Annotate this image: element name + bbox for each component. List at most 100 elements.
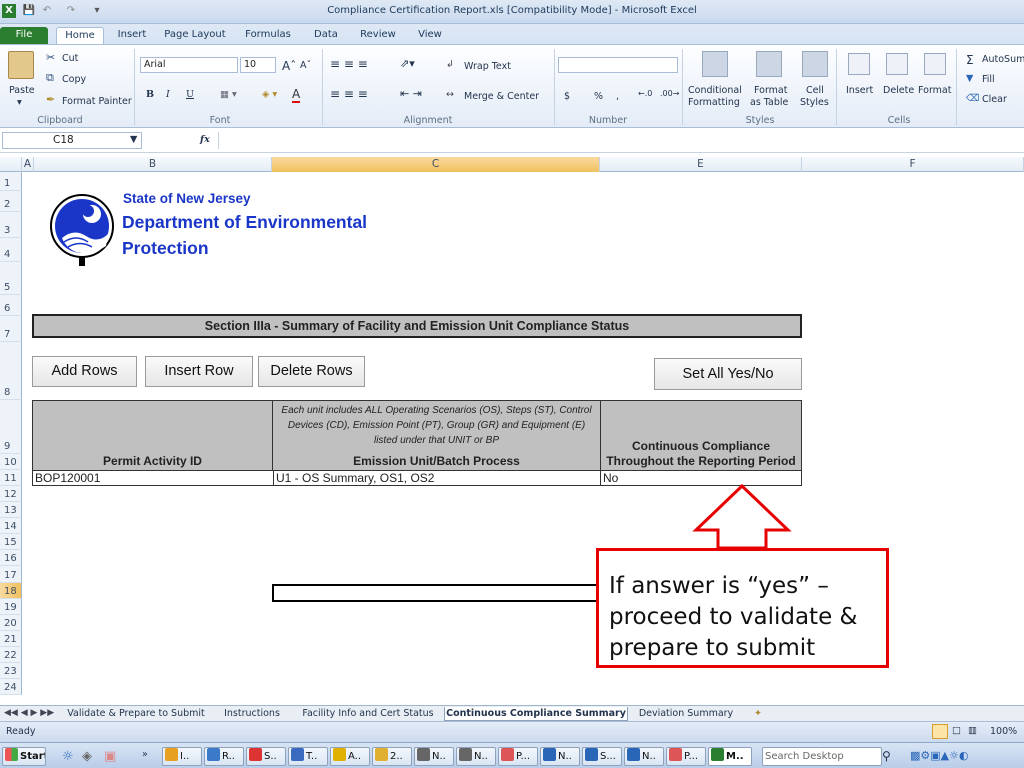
tab-data[interactable]: Data bbox=[306, 27, 346, 44]
name-box[interactable]: C18 bbox=[2, 132, 142, 149]
italic-button[interactable]: I bbox=[166, 89, 170, 100]
row-header-11[interactable]: 11 bbox=[0, 470, 22, 486]
fill-button[interactable]: Fill bbox=[982, 74, 995, 85]
sheet-tab-facility-info[interactable]: Facility Info and Cert Status bbox=[298, 707, 438, 721]
increase-decimal-icon[interactable]: ←.0 bbox=[638, 89, 652, 98]
merge-center-button[interactable]: Merge & Center bbox=[464, 91, 539, 102]
underline-button[interactable]: U bbox=[186, 89, 194, 100]
delete-cells-button[interactable]: Delete bbox=[883, 85, 914, 96]
taskbar-item[interactable]: A.. bbox=[330, 747, 370, 766]
column-header-f[interactable]: F bbox=[802, 157, 1024, 172]
row-header-24[interactable]: 24 bbox=[0, 679, 22, 695]
delete-rows-button[interactable]: Delete Rows bbox=[258, 356, 365, 387]
row-header-15[interactable]: 15 bbox=[0, 534, 22, 550]
taskbar-item[interactable]: S.. bbox=[246, 747, 286, 766]
format-painter-button[interactable]: Format Painter bbox=[62, 96, 132, 107]
row-header-20[interactable]: 20 bbox=[0, 615, 22, 631]
number-format-field[interactable] bbox=[558, 57, 678, 73]
sheet-tab-continuous-compliance[interactable]: Continuous Compliance Summary bbox=[444, 707, 628, 721]
row-header-10[interactable]: 10 bbox=[0, 454, 22, 470]
row-header-21[interactable]: 21 bbox=[0, 631, 22, 647]
format-as-table-button[interactable]: Format bbox=[754, 85, 787, 96]
row-header-8[interactable]: 8 bbox=[0, 342, 22, 400]
taskbar-search-field[interactable]: Search Desktop bbox=[762, 747, 882, 766]
quick-launch-more-icon[interactable]: » bbox=[142, 749, 148, 760]
tab-file[interactable]: File bbox=[0, 27, 48, 44]
page-break-view-icon[interactable]: ▥ bbox=[968, 725, 977, 736]
row-header-9[interactable]: 9 bbox=[0, 400, 22, 454]
tab-view[interactable]: View bbox=[410, 27, 450, 44]
sheet-tab-deviation-summary[interactable]: Deviation Summary bbox=[636, 707, 736, 721]
sheet-tab-validate[interactable]: Validate & Prepare to Submit bbox=[66, 707, 206, 721]
currency-button[interactable]: $ bbox=[564, 91, 570, 102]
decrease-decimal-icon[interactable]: .00→ bbox=[660, 89, 679, 98]
font-color-icon[interactable]: A bbox=[292, 87, 301, 103]
orientation-icon[interactable]: ⇗▾ bbox=[400, 57, 415, 70]
search-icon[interactable]: ⚲ bbox=[882, 749, 891, 763]
wrap-text-button[interactable]: Wrap Text bbox=[464, 61, 511, 72]
taskbar-item[interactable]: P... bbox=[498, 747, 538, 766]
row-header-5[interactable]: 5 bbox=[0, 262, 22, 295]
row-header-2[interactable]: 2 bbox=[0, 191, 22, 212]
row-header-3[interactable]: 3 bbox=[0, 212, 22, 238]
normal-view-icon[interactable] bbox=[932, 724, 948, 739]
set-all-yes-no-button[interactable]: Set All Yes/No bbox=[654, 358, 802, 390]
row-header-22[interactable]: 22 bbox=[0, 647, 22, 663]
conditional-formatting-button[interactable]: Conditional bbox=[688, 85, 742, 96]
taskbar-item[interactable]: I.. bbox=[162, 747, 202, 766]
column-header-b[interactable]: B bbox=[34, 157, 272, 172]
tab-formulas[interactable]: Formulas bbox=[240, 27, 296, 44]
font-size-field[interactable]: 10 bbox=[240, 57, 276, 73]
formula-input[interactable] bbox=[218, 132, 1024, 149]
row-header-19[interactable]: 19 bbox=[0, 599, 22, 615]
column-header-c[interactable]: C bbox=[272, 157, 600, 172]
format-cells-button[interactable]: Format bbox=[918, 85, 951, 96]
paste-dropdown-icon[interactable]: ▾ bbox=[17, 97, 22, 108]
taskbar-item[interactable]: N.. bbox=[414, 747, 454, 766]
percent-button[interactable]: % bbox=[594, 91, 603, 102]
row-header-4[interactable]: 4 bbox=[0, 238, 22, 262]
align-top-icon[interactable]: ≡ ≡ ≡ bbox=[330, 57, 368, 71]
fx-button[interactable]: fx bbox=[200, 134, 210, 145]
copy-button[interactable]: Copy bbox=[62, 74, 86, 85]
emission-unit-cell[interactable]: U1 - OS Summary, OS1, OS2 bbox=[273, 471, 600, 486]
row-header-1[interactable]: 1 bbox=[0, 172, 22, 191]
add-rows-button[interactable]: Add Rows bbox=[32, 356, 137, 387]
sheet-nav-icon[interactable]: ◀◀ ◀ ▶ ▶▶ bbox=[4, 708, 54, 718]
select-all-corner[interactable] bbox=[0, 157, 22, 172]
row-header-6[interactable]: 6 bbox=[0, 295, 22, 316]
row-header-23[interactable]: 23 bbox=[0, 663, 22, 679]
row-header-16[interactable]: 16 bbox=[0, 550, 22, 566]
taskbar-item[interactable]: N.. bbox=[540, 747, 580, 766]
taskbar-item[interactable]: P... bbox=[666, 747, 706, 766]
taskbar-item[interactable]: S... bbox=[582, 747, 622, 766]
tab-review[interactable]: Review bbox=[352, 27, 404, 44]
tab-home[interactable]: Home bbox=[56, 27, 104, 44]
quick-launch-app-icon[interactable]: ◈ bbox=[82, 749, 92, 764]
start-button[interactable]: Start bbox=[2, 747, 46, 766]
font-name-field[interactable]: Arial bbox=[140, 57, 238, 73]
row-header-13[interactable]: 13 bbox=[0, 502, 22, 518]
insert-sheet-icon[interactable]: ✦ bbox=[748, 707, 768, 721]
taskbar-item[interactable]: N.. bbox=[456, 747, 496, 766]
row-header-14[interactable]: 14 bbox=[0, 518, 22, 534]
zoom-level[interactable]: 100% bbox=[990, 726, 1017, 737]
paste-icon[interactable] bbox=[8, 51, 34, 79]
namebox-dropdown-icon[interactable]: ▼ bbox=[130, 134, 137, 145]
cut-button[interactable]: Cut bbox=[62, 53, 78, 64]
clear-button[interactable]: Clear bbox=[982, 94, 1007, 105]
permit-id-cell[interactable]: BOP120001 bbox=[35, 471, 271, 486]
quick-launch-outlook-icon[interactable]: ▣ bbox=[104, 749, 116, 764]
autosum-button[interactable]: AutoSum bbox=[982, 54, 1024, 65]
row-header-17[interactable]: 17 bbox=[0, 566, 22, 583]
grow-font-icon[interactable]: Aˆ bbox=[282, 59, 296, 73]
cell-styles-button[interactable]: Cell bbox=[806, 85, 824, 96]
shrink-font-icon[interactable]: Aˇ bbox=[300, 60, 311, 71]
comma-button[interactable]: , bbox=[616, 91, 619, 102]
selected-cell-c18[interactable] bbox=[272, 584, 602, 602]
bold-button[interactable]: B bbox=[146, 89, 154, 100]
sheet-tab-instructions[interactable]: Instructions bbox=[216, 707, 288, 721]
page-layout-view-icon[interactable]: □ bbox=[952, 725, 961, 736]
taskbar-item[interactable]: M.. bbox=[708, 747, 752, 766]
taskbar-item[interactable]: N.. bbox=[624, 747, 664, 766]
